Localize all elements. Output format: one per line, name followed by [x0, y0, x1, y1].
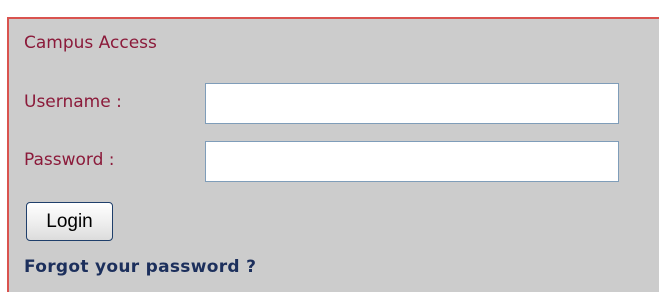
login-button[interactable]: Login	[26, 202, 113, 241]
password-input[interactable]	[205, 141, 619, 182]
username-input[interactable]	[205, 83, 619, 124]
campus-access-panel: Campus Access Username : Password : Logi…	[7, 17, 659, 292]
password-label: Password :	[24, 150, 115, 170]
forgot-password-link[interactable]: Forgot your password ?	[24, 257, 256, 277]
username-label: Username :	[24, 92, 122, 112]
panel-title: Campus Access	[24, 33, 157, 53]
